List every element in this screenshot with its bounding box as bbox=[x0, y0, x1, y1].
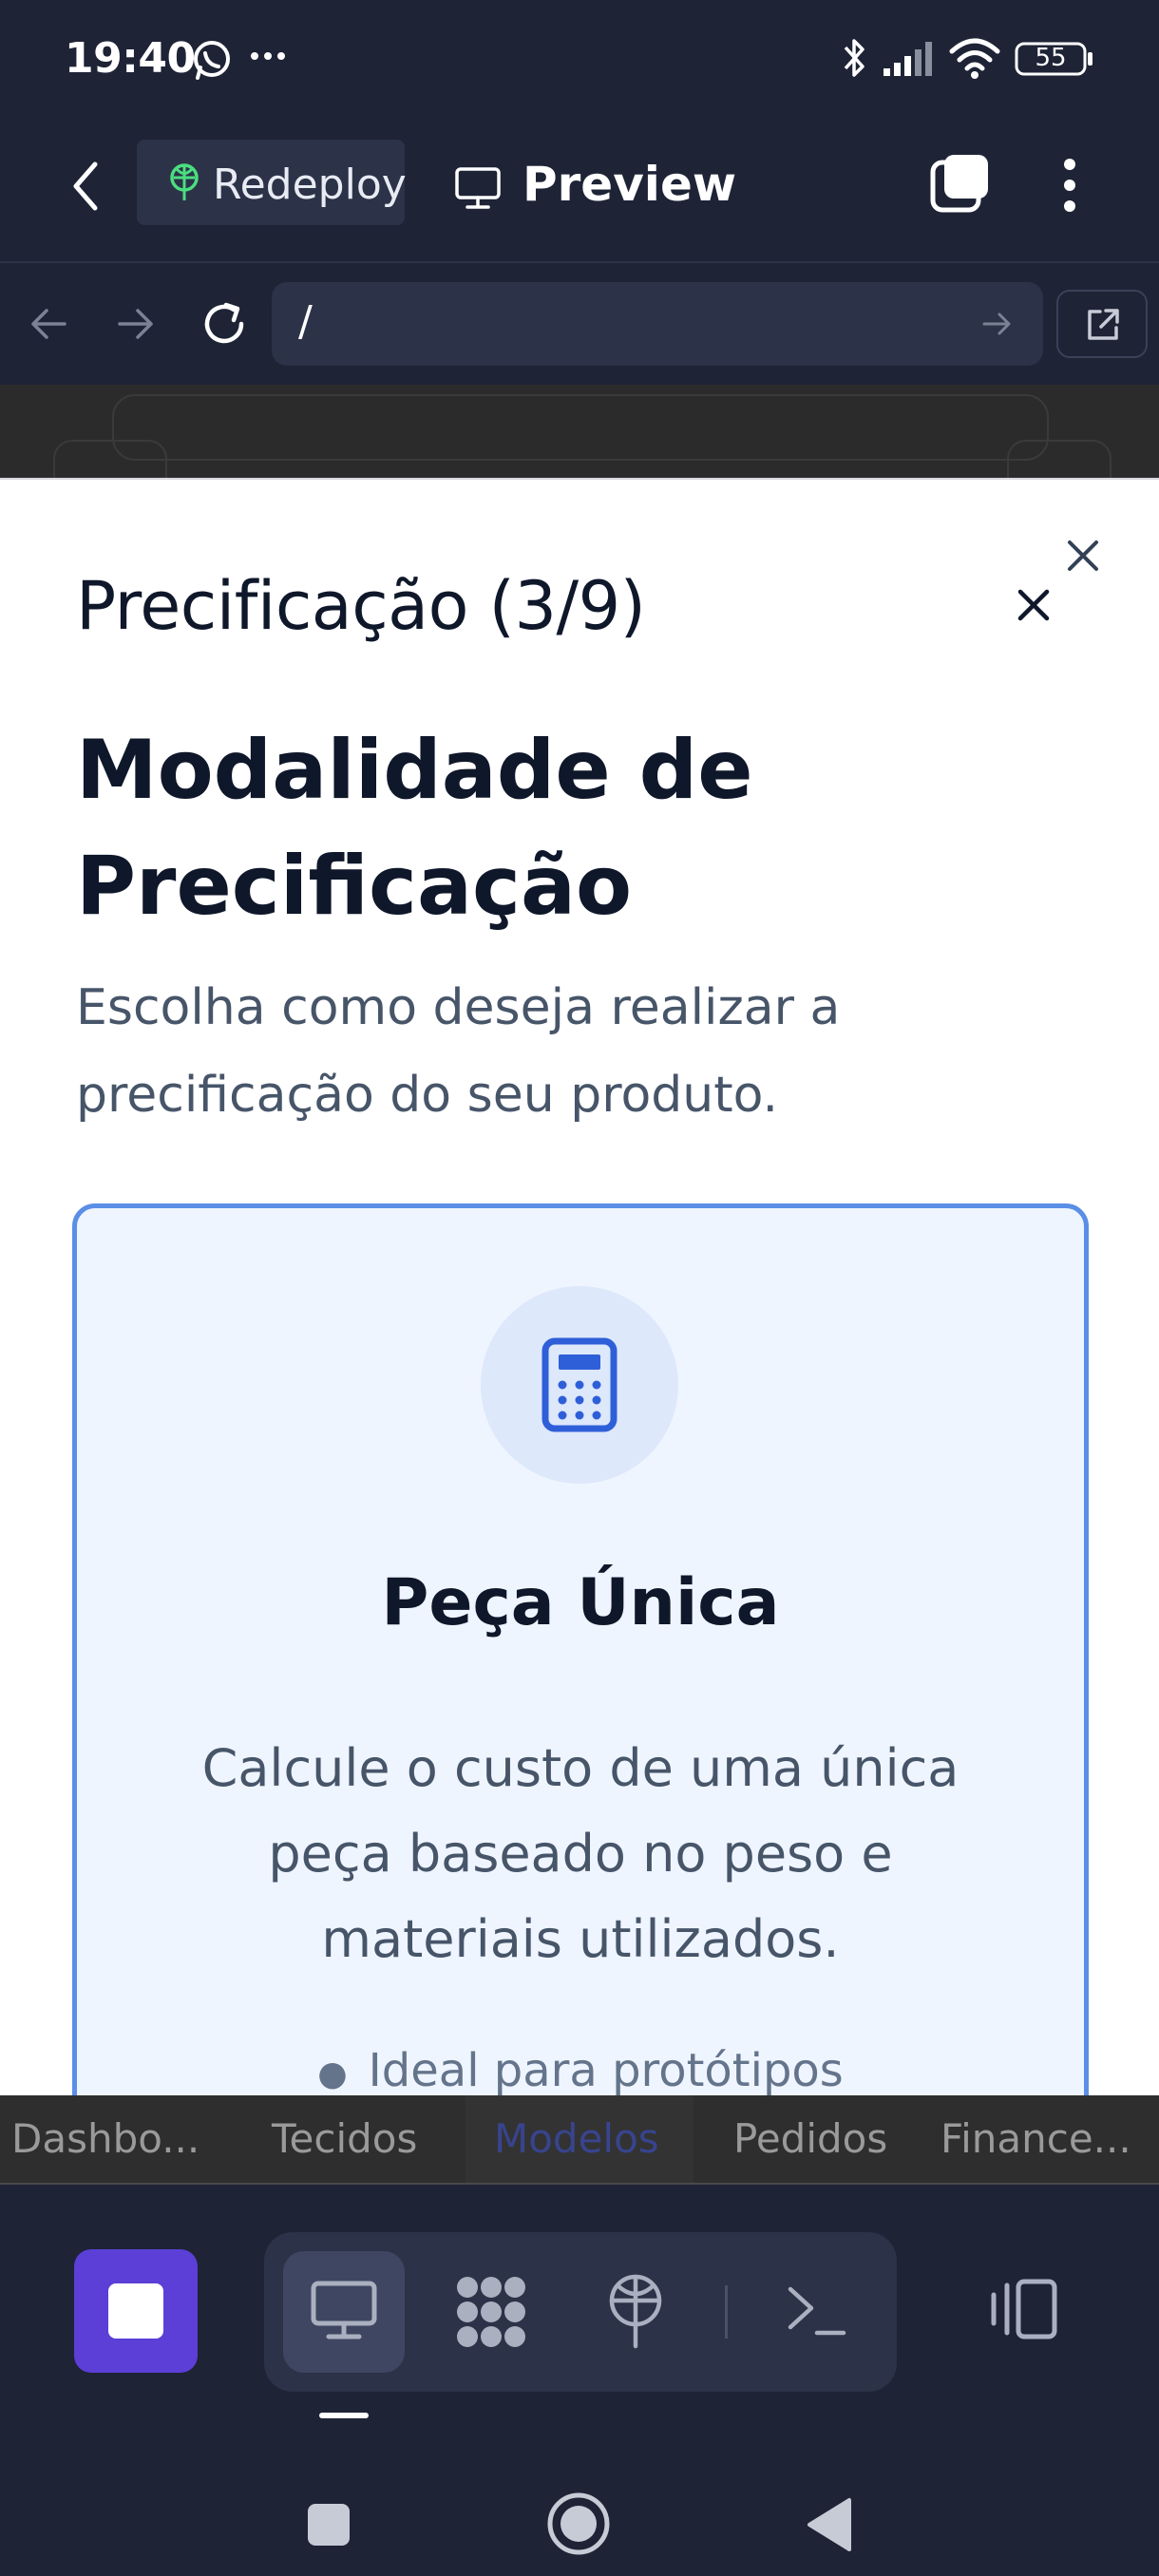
step-heading: Modalidade de Precificação bbox=[76, 723, 753, 934]
stop-button[interactable] bbox=[74, 2249, 198, 2373]
close-icon[interactable] bbox=[1064, 537, 1102, 575]
tab-dashboard[interactable]: Dashbo... bbox=[11, 2095, 200, 2183]
tab-financeiro[interactable]: Finance... bbox=[940, 2095, 1131, 2183]
pricing-modal: Precificação (3/9) Modalidade de Precifi… bbox=[0, 478, 1159, 2095]
ide-toolbar bbox=[0, 2185, 1159, 2413]
bluetooth-icon bbox=[840, 36, 868, 80]
tabs-icon[interactable] bbox=[927, 151, 992, 216]
modal-backdrop[interactable] bbox=[0, 385, 1159, 497]
stop-icon bbox=[108, 2283, 163, 2339]
card-icon-badge bbox=[481, 1286, 678, 1484]
layout-toggle-icon[interactable] bbox=[988, 2278, 1060, 2340]
wifi-icon bbox=[948, 36, 1001, 80]
tab-pedidos[interactable]: Pedidos bbox=[733, 2095, 887, 2183]
reload-icon[interactable] bbox=[200, 299, 249, 349]
tab-modelos[interactable]: Modelos bbox=[494, 2095, 659, 2183]
open-external-button[interactable] bbox=[1056, 290, 1148, 358]
url-text: / bbox=[298, 297, 313, 346]
status-bar: 19:40 55 bbox=[0, 0, 1159, 119]
go-arrow-icon[interactable] bbox=[982, 311, 1013, 337]
status-time: 19:40 bbox=[65, 34, 196, 83]
back-triangle-icon[interactable] bbox=[806, 2496, 853, 2553]
dialog-title: Precificação (3/9) bbox=[76, 567, 646, 645]
card-description: Calcule o custo de uma única peça basead… bbox=[201, 1738, 960, 1969]
monitor-icon bbox=[454, 166, 502, 210]
back-arrow-icon[interactable] bbox=[66, 157, 106, 216]
kebab-menu-icon[interactable] bbox=[1060, 157, 1079, 214]
card-bullet-text: Ideal para protótipos bbox=[368, 2044, 844, 2095]
step-subtitle: Escolha como deseja realizar a precifica… bbox=[76, 979, 841, 1124]
redeploy-label: Redeploy bbox=[213, 161, 407, 209]
desktop-preview-button[interactable] bbox=[283, 2251, 405, 2373]
whatsapp-icon bbox=[190, 38, 234, 82]
forward-icon[interactable] bbox=[116, 305, 156, 343]
card-title: Peça Única bbox=[381, 1565, 780, 1640]
browser-url-row: / bbox=[0, 263, 1159, 385]
app-bottom-tabs: Dashbo... Tecidos Modelos Pedidos Financ… bbox=[0, 2095, 1159, 2185]
option-card-peca-unica[interactable]: Peça Única Calcule o custo de uma única … bbox=[72, 1203, 1089, 2095]
close-icon[interactable] bbox=[1015, 586, 1053, 624]
calculator-icon bbox=[542, 1337, 618, 1432]
home-icon[interactable] bbox=[545, 2491, 612, 2557]
battery-level: 55 bbox=[1035, 44, 1067, 72]
desktop-preview-icon bbox=[310, 2280, 378, 2342]
tool-group bbox=[264, 2232, 897, 2392]
gesture-handle bbox=[319, 2413, 369, 2418]
deploy-icon[interactable] bbox=[606, 2274, 665, 2350]
card-bullet: ● Ideal para protótipos bbox=[317, 2044, 844, 2095]
signal-icon bbox=[884, 42, 937, 76]
preview-title: Preview bbox=[522, 157, 737, 212]
recents-icon[interactable] bbox=[306, 2502, 352, 2548]
url-input[interactable]: / bbox=[272, 282, 1043, 366]
terminal-icon[interactable] bbox=[785, 2282, 847, 2339]
tab-tecidos[interactable]: Tecidos bbox=[272, 2095, 417, 2183]
app-header: Redeploy Preview bbox=[0, 119, 1159, 263]
open-external-icon bbox=[1085, 307, 1121, 343]
system-nav-bar bbox=[0, 2413, 1159, 2576]
redeploy-button[interactable]: Redeploy bbox=[137, 140, 407, 225]
tool-divider bbox=[725, 2285, 728, 2339]
back-icon[interactable] bbox=[28, 305, 68, 343]
more-dots-icon bbox=[249, 49, 287, 63]
redeploy-icon bbox=[165, 162, 203, 202]
packages-icon[interactable] bbox=[452, 2274, 530, 2350]
